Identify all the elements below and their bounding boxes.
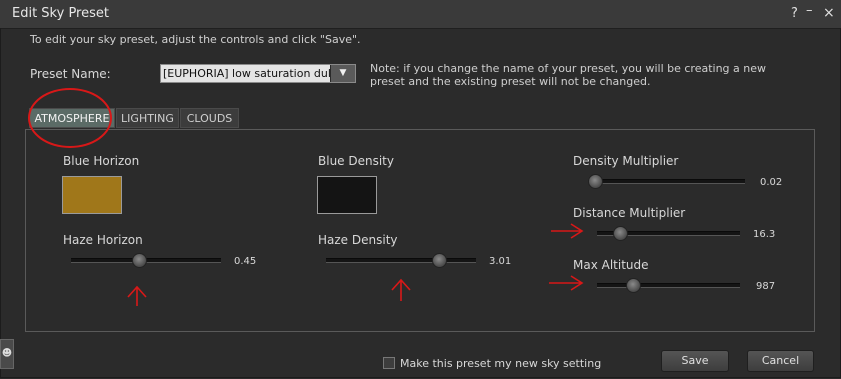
haze-density-label: Haze Density: [318, 233, 398, 247]
max-altitude-label: Max Altitude: [573, 258, 649, 272]
instructions-text: To edit your sky preset, adjust the cont…: [30, 33, 361, 46]
max-altitude-knob[interactable]: [625, 278, 641, 293]
cancel-button[interactable]: Cancel: [747, 350, 814, 372]
blue-density-swatch[interactable]: [317, 176, 377, 214]
distance-multiplier-knob[interactable]: [612, 226, 628, 241]
blue-horizon-label: Blue Horizon: [63, 154, 140, 168]
haze-horizon-knob[interactable]: [131, 253, 147, 268]
annotation-arrow-right-1: [551, 223, 584, 239]
annotation-arrow-up-2: [391, 278, 411, 301]
annotation-circle: [28, 88, 112, 148]
haze-density-slider[interactable]: [326, 253, 476, 268]
window-title: Edit Sky Preset: [12, 6, 109, 21]
make-default-label: Make this preset my new sky setting: [400, 357, 602, 370]
note-text: Note: if you change the name of your pre…: [370, 62, 767, 88]
density-multiplier-knob[interactable]: [588, 174, 604, 189]
haze-density-value: 3.01: [489, 256, 512, 267]
annotation-arrow-up-1: [127, 285, 147, 306]
distance-multiplier-slider[interactable]: [597, 226, 740, 241]
max-altitude-slider[interactable]: [597, 278, 740, 293]
close-button[interactable]: ×: [823, 5, 835, 21]
blue-density-label: Blue Density: [318, 154, 394, 168]
haze-horizon-slider[interactable]: [71, 253, 221, 268]
distance-multiplier-value: 16.3: [753, 229, 776, 240]
help-button[interactable]: ?: [791, 6, 798, 21]
annotation-arrow-right-2: [549, 275, 584, 291]
preset-name-label: Preset Name:: [30, 67, 111, 81]
chevron-down-icon[interactable]: ▼: [330, 65, 355, 82]
minimize-button[interactable]: –: [806, 3, 813, 18]
title-bar[interactable]: Edit Sky Preset ? – ×: [0, 0, 841, 29]
save-button[interactable]: Save: [661, 350, 729, 372]
person-icon[interactable]: ☻: [0, 339, 14, 369]
density-multiplier-value: 0.02: [760, 177, 783, 188]
haze-horizon-label: Haze Horizon: [63, 233, 143, 247]
haze-horizon-value: 0.45: [234, 256, 257, 267]
density-multiplier-slider[interactable]: [588, 174, 745, 189]
preset-name-combo[interactable]: [EUPHORIA] low saturation dull ▼: [160, 64, 356, 83]
distance-multiplier-label: Distance Multiplier: [573, 206, 686, 220]
preset-name-value: [EUPHORIA] low saturation dull: [163, 67, 334, 80]
make-default-checkbox[interactable]: [383, 357, 395, 369]
blue-horizon-swatch[interactable]: [62, 176, 122, 214]
density-multiplier-label: Density Multiplier: [573, 154, 679, 168]
tab-clouds[interactable]: CLOUDS: [180, 108, 239, 128]
max-altitude-value: 987: [756, 281, 776, 292]
tab-lighting[interactable]: LIGHTING: [116, 108, 179, 128]
haze-density-knob[interactable]: [431, 253, 447, 268]
